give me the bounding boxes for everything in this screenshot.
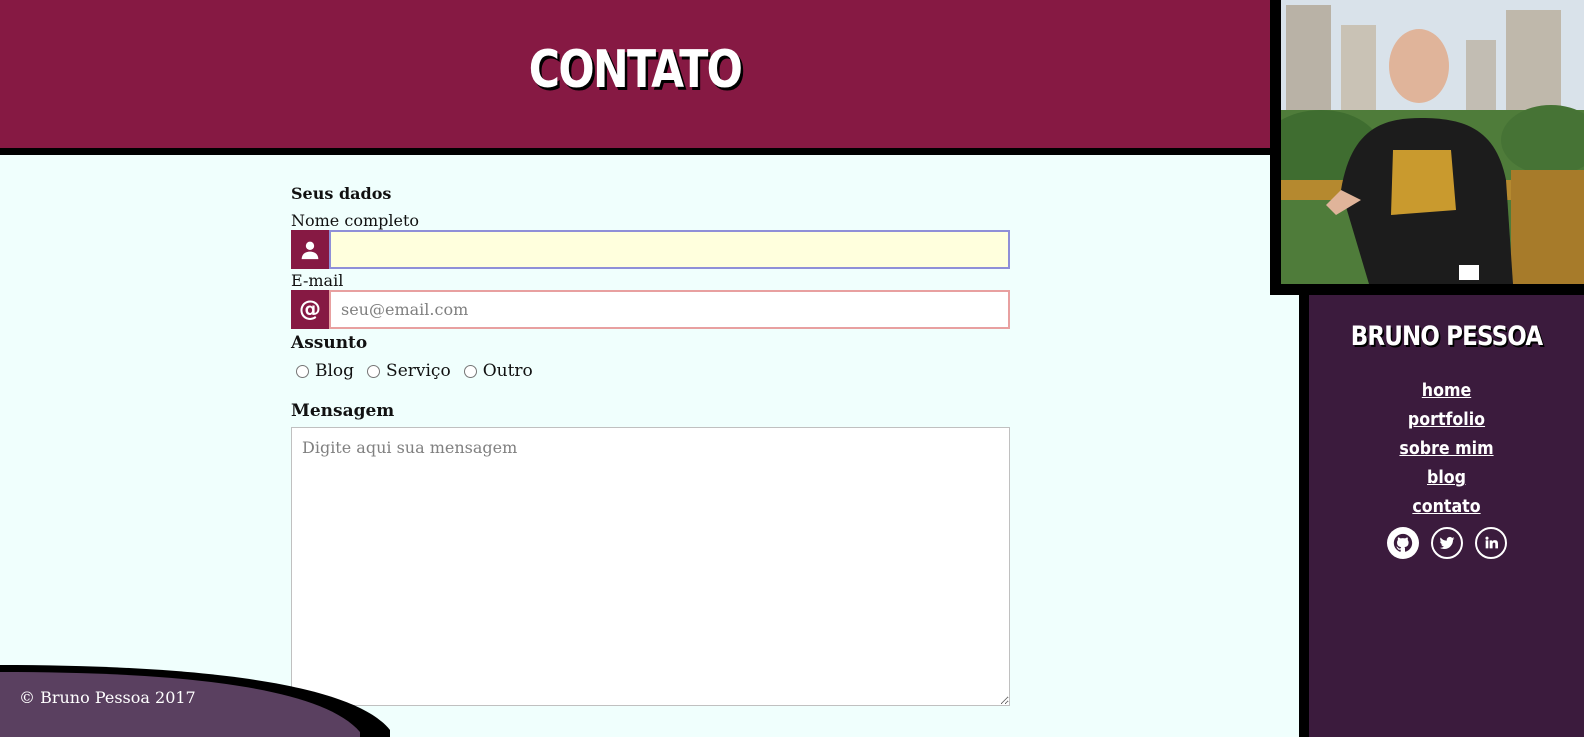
footer-copyright: © Bruno Pessoa 2017	[19, 688, 196, 707]
name-field-row	[291, 230, 1010, 269]
user-icon	[291, 230, 329, 269]
sidebar-nav: home portfolio sobre mim blog contato	[1309, 376, 1584, 521]
nav-contato[interactable]: contato	[1326, 492, 1568, 521]
profile-photo-frame	[1270, 0, 1584, 295]
name-label: Nome completo	[291, 211, 420, 230]
nav-home[interactable]: home	[1326, 376, 1568, 405]
email-field-row: @	[291, 290, 1010, 329]
name-input[interactable]	[329, 230, 1010, 269]
sidebar-name: BRUNO PESSOA	[1350, 321, 1543, 352]
page-title: CONTATO	[528, 40, 743, 100]
twitter-icon[interactable]	[1430, 527, 1463, 559]
message-label: Mensagem	[291, 401, 395, 421]
subject-radio-blog[interactable]	[296, 364, 309, 378]
github-icon[interactable]	[1386, 527, 1419, 559]
nav-sobre-mim[interactable]: sobre mim	[1326, 434, 1568, 463]
subject-option-label: Outro	[482, 361, 533, 381]
nav-blog[interactable]: blog	[1326, 463, 1568, 492]
profile-photo-illustration	[1281, 0, 1584, 284]
contact-form: Seus dados Nome completo E-mail @ Assunt…	[291, 184, 1010, 706]
email-input[interactable]	[329, 290, 1010, 329]
at-sign-icon: @	[291, 290, 329, 329]
subject-option-blog[interactable]: Blog	[291, 361, 354, 381]
subject-radio-group: Blog Serviço Outro	[291, 361, 1010, 381]
subject-radio-outro[interactable]	[463, 364, 477, 378]
subject-option-servico[interactable]: Serviço	[362, 361, 451, 381]
subject-option-label: Blog	[315, 361, 355, 381]
sidebar: BRUNO PESSOA home portfolio sobre mim bl…	[1309, 295, 1584, 737]
subject-option-outro[interactable]: Outro	[459, 361, 533, 381]
subject-label: Assunto	[291, 333, 368, 353]
subject-option-label: Serviço	[386, 361, 451, 381]
profile-photo	[1281, 0, 1584, 284]
sidebar-border	[1299, 295, 1309, 737]
nav-portfolio[interactable]: portfolio	[1326, 405, 1568, 434]
page-header: CONTATO	[0, 0, 1270, 155]
social-links	[1309, 527, 1584, 559]
email-label: E-mail	[291, 271, 344, 290]
section-title-seus-dados: Seus dados	[291, 184, 392, 203]
linkedin-icon[interactable]	[1474, 527, 1507, 559]
subject-radio-servico[interactable]	[367, 364, 381, 378]
